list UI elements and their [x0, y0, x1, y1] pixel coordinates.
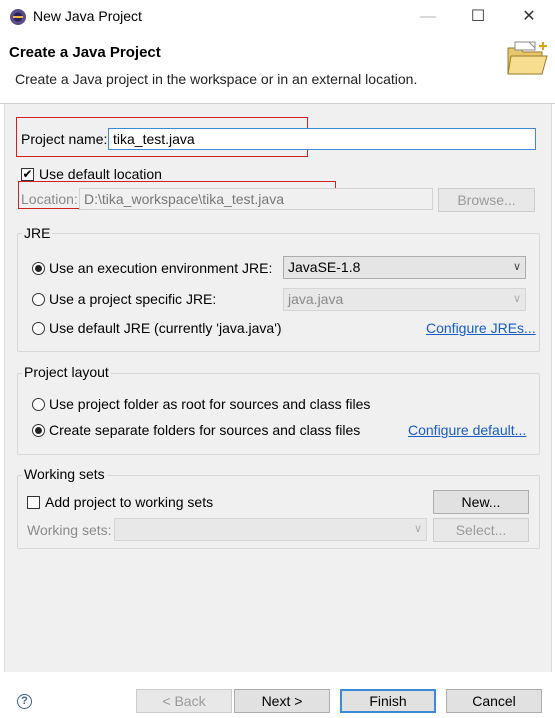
- chevron-down-icon: ∨: [512, 293, 521, 305]
- jre-execution-env-radio[interactable]: [32, 262, 45, 275]
- chevron-down-icon: ∨: [413, 523, 422, 535]
- location-label: Location:: [21, 191, 78, 207]
- layout-project-root-label: Use project folder as root for sources a…: [49, 396, 371, 412]
- add-to-working-sets-checkbox[interactable]: [27, 496, 40, 509]
- new-working-set-button[interactable]: New...: [433, 490, 529, 514]
- project-layout-group-title: Project layout: [22, 364, 111, 380]
- location-input[interactable]: D:\tika_workspace\tika_test.java: [79, 188, 433, 210]
- browse-button[interactable]: Browse...: [438, 188, 535, 212]
- cancel-button[interactable]: Cancel: [446, 689, 542, 713]
- project-specific-jre-value: java.java: [288, 291, 344, 307]
- minimize-button[interactable]: —: [405, 4, 451, 30]
- execution-env-select[interactable]: JavaSE-1.8 ∨: [283, 256, 526, 279]
- project-name-input[interactable]: tika_test.java: [108, 128, 536, 150]
- configure-default-link[interactable]: Configure default...: [408, 422, 526, 438]
- title-bar: New Java Project — ☐ ✕: [0, 0, 555, 34]
- select-working-sets-button[interactable]: Select...: [433, 518, 529, 542]
- add-to-working-sets-label: Add project to working sets: [45, 494, 214, 510]
- configure-jres-link[interactable]: Configure JREs...: [426, 320, 536, 336]
- working-sets-label: Working sets:: [27, 522, 112, 538]
- working-sets-group-title: Working sets: [22, 466, 107, 482]
- back-button[interactable]: < Back: [136, 689, 232, 713]
- finish-button[interactable]: Finish: [340, 689, 436, 713]
- jre-group-title: JRE: [22, 225, 53, 241]
- layout-project-root-radio[interactable]: [32, 398, 45, 411]
- project-specific-jre-select[interactable]: java.java ∨: [283, 288, 526, 311]
- jre-default-radio[interactable]: [32, 322, 45, 335]
- new-project-folder-icon: [507, 41, 548, 75]
- page-subtitle: Create a Java project in the workspace o…: [15, 71, 418, 87]
- execution-env-value: JavaSE-1.8: [288, 259, 361, 275]
- layout-separate-folders-radio[interactable]: [32, 424, 45, 437]
- chevron-down-icon: ∨: [512, 261, 521, 273]
- jre-execution-env-label: Use an execution environment JRE:: [49, 260, 273, 276]
- jre-project-specific-label: Use a project specific JRE:: [49, 291, 217, 307]
- maximize-button[interactable]: ☐: [455, 4, 501, 30]
- window-title: New Java Project: [33, 8, 142, 24]
- use-default-location-label: Use default location: [39, 166, 162, 182]
- page-title: Create a Java Project: [9, 44, 161, 61]
- eclipse-app-icon: [10, 9, 26, 25]
- project-layout-group: [17, 373, 540, 455]
- close-button[interactable]: ✕: [506, 4, 552, 30]
- working-sets-select[interactable]: ∨: [114, 518, 427, 541]
- jre-default-label: Use default JRE (currently 'java.java'): [49, 320, 282, 336]
- use-default-location-checkbox[interactable]: ✔: [21, 168, 34, 181]
- help-icon[interactable]: ?: [17, 694, 32, 709]
- jre-project-specific-radio[interactable]: [32, 293, 45, 306]
- project-name-label: Project name:: [21, 131, 108, 147]
- next-button[interactable]: Next >: [234, 689, 330, 713]
- layout-separate-folders-label: Create separate folders for sources and …: [49, 422, 361, 438]
